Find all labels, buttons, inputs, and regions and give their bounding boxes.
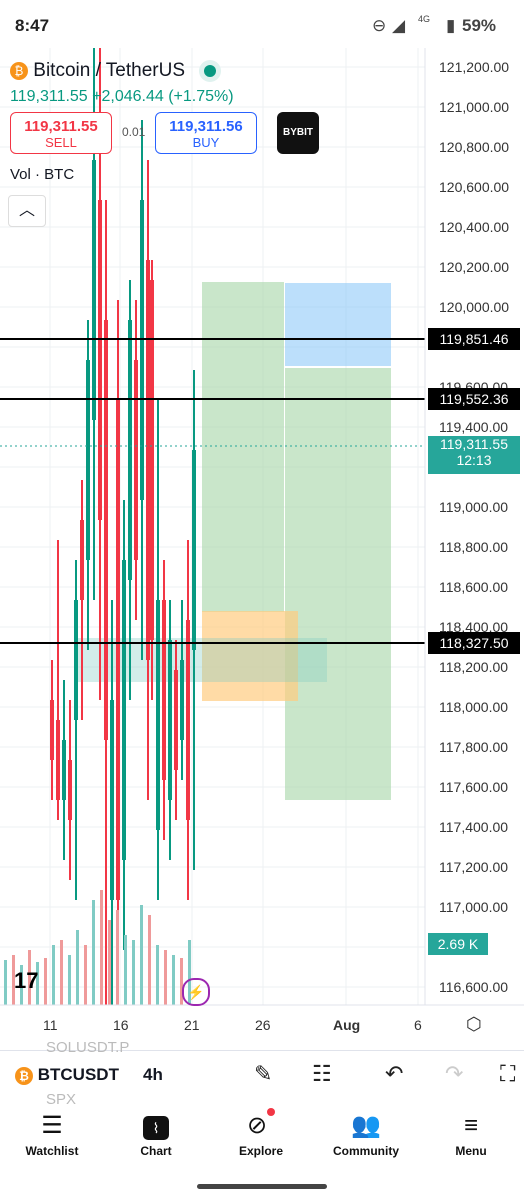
price-tick: 117,600.00: [439, 779, 509, 795]
buy-label: BUY: [192, 135, 220, 150]
nav-chart[interactable]: ⌇ Chart: [111, 1108, 201, 1158]
sell-price: 119,311.55: [24, 118, 98, 135]
price-tick: 120,800.00: [439, 139, 510, 155]
current-price: 119,311.55: [440, 436, 508, 452]
price-tick: 117,200.00: [439, 859, 509, 875]
ghost-symbol-below: SPX: [46, 1091, 77, 1108]
time-tick: 11: [43, 1017, 58, 1033]
settings-hex-icon[interactable]: ⬡: [466, 1014, 482, 1035]
ghost-symbol-above: SOLUSDT.P: [46, 1039, 130, 1056]
spread: 0.01: [122, 125, 146, 139]
buy-zone[interactable]: [285, 283, 391, 366]
network-type: 4G: [418, 14, 431, 24]
chevron-up-icon: ︿: [18, 202, 35, 219]
price-tick: 119,000.00: [439, 499, 509, 515]
indicators-icon[interactable]: ☷: [312, 1061, 332, 1087]
time-tick: 26: [255, 1017, 271, 1033]
nav-menu[interactable]: ≡ Menu: [426, 1108, 516, 1158]
volume-legend[interactable]: Vol · BTC: [10, 166, 74, 183]
redo-icon[interactable]: ↷: [445, 1061, 463, 1087]
price-change-line: 119,311.55 +2,046.44 (+1.75%): [10, 88, 234, 106]
watchlist-icon: ☰: [41, 1112, 63, 1139]
explore-icon: ⊘: [216, 1108, 306, 1144]
battery-level: 59%: [462, 16, 497, 35]
current-price-label: 119,311.55 12:13: [428, 436, 520, 474]
bitcoin-logo-icon: ₿: [10, 61, 28, 80]
last-price: 119,311.55: [10, 88, 88, 105]
collapse-legend-button[interactable]: ︿: [8, 195, 46, 227]
price-tick: 118,000.00: [439, 699, 509, 715]
nav-label: Explore: [238, 1144, 283, 1158]
price-tick: 119,400.00: [439, 419, 509, 435]
drawing-pen-icon[interactable]: ✎: [254, 1061, 272, 1087]
market-open-icon: [204, 64, 217, 77]
symbol-selector[interactable]: ₿ BTCUSDT: [15, 1065, 119, 1085]
broker-logo[interactable]: BYBIT: [277, 112, 319, 154]
price-tick: 117,800.00: [439, 739, 509, 755]
dnd-icon: ⊖: [372, 16, 387, 35]
nav-label: Menu: [455, 1144, 487, 1158]
price-tick: 117,400.00: [439, 819, 509, 835]
symbol-name: Bitcoin / TetherUS: [33, 60, 186, 81]
price-tick: 118,800.00: [439, 539, 509, 555]
chart-toolbar: SOLUSDT.P ₿ BTCUSDT 4h ✎ ☷ ↶ ↷ ⛶ SPX: [0, 1039, 524, 1108]
status-bar: 8:47 ⊖ ◢ 4G ▮ 59%: [0, 0, 524, 50]
bottom-navigation: ☰ Watchlist ⌇ Chart ⊘ Explore 👥 Communit…: [0, 1108, 524, 1178]
buy-button[interactable]: 119,311.56 BUY: [155, 112, 257, 154]
signal-icon: ◢: [392, 16, 406, 35]
community-icon: 👥: [351, 1112, 381, 1139]
price-tick: 121,200.00: [439, 59, 510, 75]
price-tick: 120,600.00: [439, 179, 510, 195]
price-tick: 118,200.00: [439, 659, 509, 675]
bar-countdown: 12:13: [456, 452, 492, 468]
lightning-icon[interactable]: ⚡: [182, 978, 210, 1006]
time-tick: Aug: [333, 1017, 361, 1033]
bitcoin-logo-icon: ₿: [15, 1066, 33, 1085]
candles: [50, 48, 196, 1005]
nav-watchlist[interactable]: ☰ Watchlist: [7, 1108, 97, 1158]
fullscreen-icon[interactable]: ⛶: [500, 1061, 515, 1087]
target-zone[interactable]: [285, 368, 391, 800]
price-tick: 120,000.00: [439, 299, 510, 315]
line-price-label[interactable]: 118,327.50: [428, 632, 520, 654]
chart-icon: ⌇: [111, 1108, 201, 1144]
nav-explore[interactable]: ⊘ Explore: [216, 1108, 306, 1158]
nav-label: Chart: [140, 1144, 172, 1158]
line-price-label[interactable]: 119,851.46: [428, 328, 520, 350]
volume-value-label: 2.69 K: [428, 933, 488, 955]
price-tick: 118,600.00: [439, 579, 509, 595]
price-tick: 120,200.00: [439, 259, 510, 275]
price-tick: 120,400.00: [439, 219, 510, 235]
tradingview-logo-icon: 17: [14, 968, 39, 993]
home-indicator[interactable]: [197, 1184, 327, 1189]
buy-price: 119,311.56: [169, 118, 243, 135]
price-change: +2,046.44 (+1.75%): [92, 88, 234, 105]
menu-icon: ≡: [463, 1112, 478, 1139]
nav-label: Community: [333, 1144, 399, 1158]
price-tick: 121,000.00: [439, 99, 510, 115]
battery-icon: ▮: [446, 16, 456, 35]
sell-label: SELL: [45, 135, 77, 150]
line-price-label[interactable]: 119,552.36: [428, 388, 520, 410]
time-tick: 16: [113, 1017, 129, 1033]
time-tick: 6: [414, 1017, 422, 1033]
symbol-title[interactable]: ₿ Bitcoin / TetherUS: [10, 60, 217, 82]
nav-community[interactable]: 👥 Community: [321, 1108, 411, 1158]
time-tick: 21: [184, 1017, 200, 1033]
price-tick: 117,000.00: [439, 899, 509, 915]
symbol-label: BTCUSDT: [37, 1065, 119, 1084]
long-position-target-zone[interactable]: [202, 282, 284, 612]
price-tick: 116,600.00: [439, 979, 509, 995]
sell-button[interactable]: 119,311.55 SELL: [10, 112, 112, 154]
nav-label: Watchlist: [25, 1144, 79, 1158]
interval-selector[interactable]: 4h: [143, 1065, 163, 1085]
undo-icon[interactable]: ↶: [385, 1061, 403, 1087]
clock: 8:47: [15, 16, 50, 35]
